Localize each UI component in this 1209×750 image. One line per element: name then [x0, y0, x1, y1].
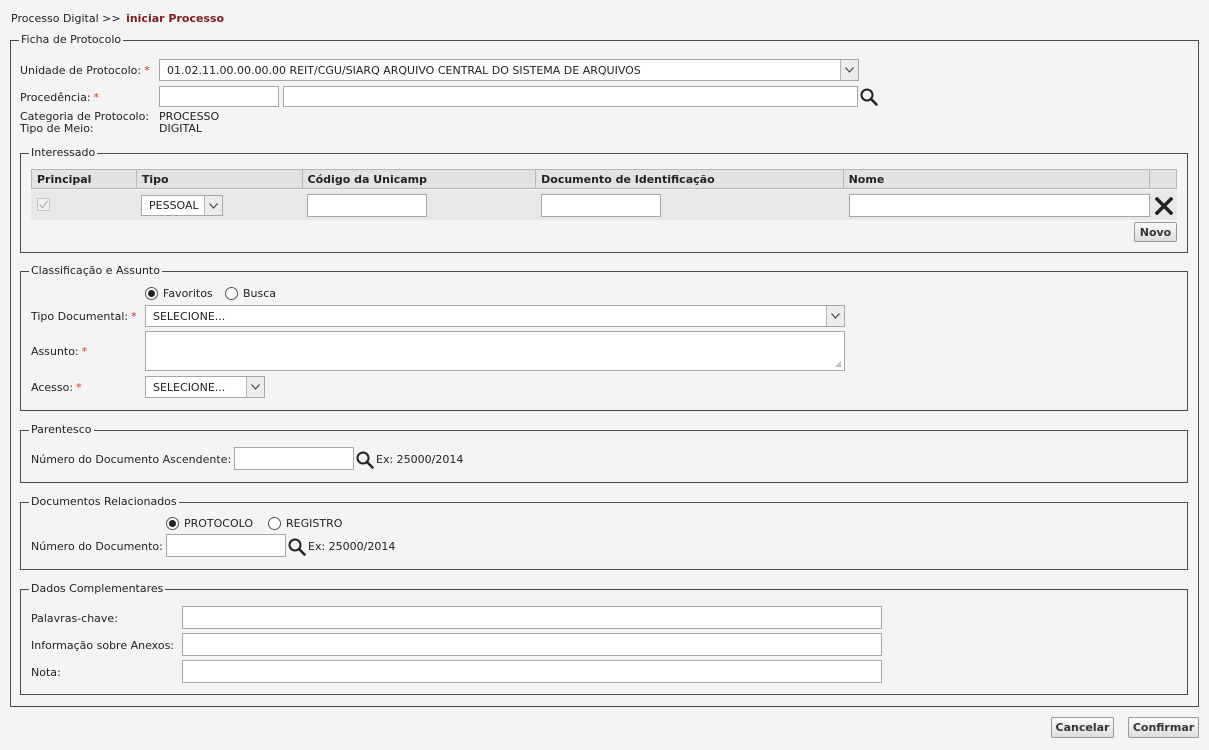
palavras-chave-label: Palavras-chave: — [31, 612, 118, 625]
tipo-select[interactable]: PESSOAL — [141, 195, 223, 216]
procedencia-name-input[interactable] — [283, 86, 858, 107]
unidade-select[interactable]: 01.02.11.00.00.00.00 REIT/CGU/SIARQ ARQU… — [159, 59, 859, 81]
procedencia-label: Procedência: * — [20, 91, 100, 104]
meio-value: DIGITAL — [159, 122, 203, 135]
cancel-button[interactable]: Cancelar — [1051, 717, 1114, 738]
col-tipo: Tipo — [137, 170, 303, 188]
chevron-down-icon[interactable] — [826, 306, 844, 326]
resize-grip-icon[interactable] — [835, 361, 842, 368]
acesso-select[interactable]: SELECIONE... — [145, 376, 265, 398]
parentesco-legend: Parentesco — [21, 423, 94, 437]
col-codigo: Código da Unicamp — [303, 170, 537, 188]
numero-documento-input[interactable] — [166, 534, 286, 557]
breadcrumb-current: iniciar Processo — [126, 12, 225, 25]
radio-favoritos[interactable]: Favoritos — [145, 287, 213, 300]
confirm-button[interactable]: Confirmar — [1128, 717, 1199, 738]
tipo-documental-select[interactable]: SELECIONE... — [145, 305, 845, 327]
interessado-legend: Interessado — [20, 146, 98, 160]
documento-ascendente-label: Número do Documento Ascendente: — [31, 453, 232, 466]
principal-checkbox[interactable] — [37, 198, 50, 211]
procedencia-code-input[interactable] — [159, 86, 279, 107]
col-nome: Nome — [844, 170, 1151, 188]
chevron-down-icon[interactable] — [840, 60, 858, 80]
tipo-documental-label: Tipo Documental: * — [31, 310, 137, 323]
interessado-table-header: Principal Tipo Código da Unicamp Documen… — [31, 169, 1177, 189]
classificacao-legend: Classificação e Assunto — [21, 264, 162, 278]
nota-input[interactable] — [182, 660, 882, 683]
meio-label: Tipo de Meio: — [20, 122, 94, 135]
ficha-protocolo-legend: Ficha de Protocolo — [10, 33, 124, 47]
radio-protocolo[interactable]: PROTOCOLO — [166, 517, 253, 530]
col-actions — [1150, 170, 1176, 188]
palavras-chave-input[interactable] — [182, 606, 882, 629]
documento-identificacao-input[interactable] — [541, 194, 661, 217]
nome-input[interactable] — [849, 194, 1150, 217]
complementares-legend: Dados Complementares — [20, 582, 166, 596]
parentesco-example: Ex: 25000/2014 — [376, 453, 464, 466]
radio-busca[interactable]: Busca — [225, 287, 276, 300]
search-icon[interactable] — [356, 451, 374, 469]
search-icon[interactable] — [288, 538, 306, 556]
numero-documento-label: Número do Documento: — [31, 540, 163, 553]
anexos-input[interactable] — [182, 633, 882, 656]
acesso-label: Acesso: * — [31, 381, 82, 394]
radio-registro[interactable]: REGISTRO — [268, 517, 342, 530]
novo-button[interactable]: Novo — [1134, 222, 1177, 242]
codigo-unicamp-input[interactable] — [307, 194, 427, 217]
relacionados-example: Ex: 25000/2014 — [308, 540, 396, 553]
documento-ascendente-input[interactable] — [234, 447, 354, 470]
breadcrumb-root[interactable]: Processo Digital >> — [11, 12, 121, 25]
nota-label: Nota: — [31, 666, 61, 679]
col-principal: Principal — [32, 170, 137, 188]
assunto-textarea[interactable] — [145, 331, 845, 371]
breadcrumb: Processo Digital >> iniciar Processo — [11, 12, 224, 25]
search-icon[interactable] — [860, 88, 878, 106]
close-icon[interactable] — [1155, 197, 1173, 215]
chevron-down-icon[interactable] — [246, 377, 264, 397]
anexos-label: Informação sobre Anexos: — [31, 639, 175, 652]
col-documento: Documento de Identificação — [536, 170, 844, 188]
unidade-label: Unidade de Protocolo: * — [20, 64, 150, 77]
relacionados-legend: Documentos Relacionados — [21, 495, 179, 509]
assunto-label: Assunto: * — [31, 345, 88, 358]
chevron-down-icon[interactable] — [204, 196, 222, 215]
